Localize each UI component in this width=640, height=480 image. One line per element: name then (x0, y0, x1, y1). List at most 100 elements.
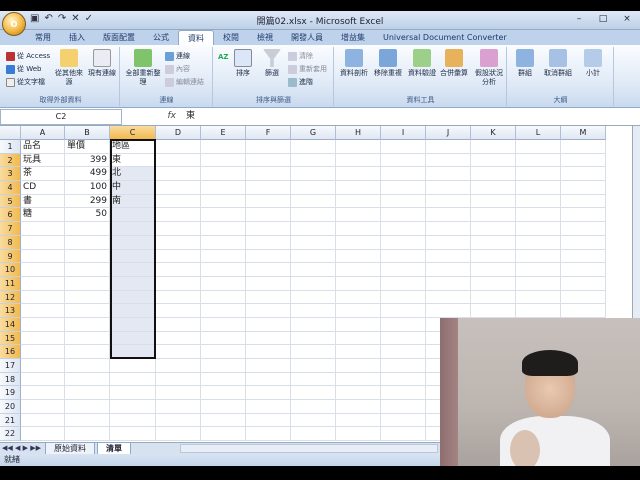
cell-C18[interactable] (110, 372, 156, 387)
cell-B12[interactable] (65, 290, 110, 305)
cell-F3[interactable] (246, 167, 291, 182)
cell-A18[interactable] (21, 372, 65, 387)
cell-J12[interactable] (426, 290, 471, 305)
cell-H18[interactable] (336, 372, 381, 387)
cell-D7[interactable] (156, 222, 201, 236)
cell-C1[interactable]: 地區 (110, 140, 156, 154)
cell-D2[interactable] (156, 153, 201, 168)
cell-F12[interactable] (246, 290, 291, 305)
cell-L3[interactable] (516, 167, 561, 182)
cell-K7[interactable] (471, 222, 516, 236)
cell-C9[interactable] (110, 249, 156, 264)
cell-G10[interactable] (291, 263, 336, 277)
cell-D19[interactable] (156, 386, 201, 401)
cell-D22[interactable] (156, 427, 201, 442)
cell-F19[interactable] (246, 386, 291, 401)
cell-E3[interactable] (201, 167, 246, 182)
cell-B22[interactable] (65, 427, 110, 442)
row-header[interactable]: 3 (0, 167, 21, 182)
cell-F5[interactable] (246, 194, 291, 209)
cell-E19[interactable] (201, 386, 246, 401)
cell-K2[interactable] (471, 153, 516, 168)
cell-D9[interactable] (156, 249, 201, 264)
cell-I4[interactable] (381, 181, 426, 195)
cell-A14[interactable] (21, 317, 65, 332)
row-header[interactable]: 15 (0, 331, 21, 346)
cell-A6[interactable]: 糖 (21, 208, 65, 223)
cell-K12[interactable] (471, 290, 516, 305)
column-header-A[interactable]: A (21, 126, 65, 140)
cell-K4[interactable] (471, 181, 516, 195)
cell-G9[interactable] (291, 249, 336, 264)
office-button[interactable]: O (2, 12, 26, 36)
cell-F6[interactable] (246, 208, 291, 223)
cell-F21[interactable] (246, 413, 291, 428)
cell-D1[interactable] (156, 140, 201, 154)
cell-F13[interactable] (246, 304, 291, 318)
row-header[interactable]: 8 (0, 235, 21, 250)
cell-B4[interactable]: 100 (65, 181, 110, 195)
cell-K10[interactable] (471, 263, 516, 277)
cell-B5[interactable]: 299 (65, 194, 110, 209)
cell-B6[interactable]: 50 (65, 208, 110, 223)
cell-A2[interactable]: 玩具 (21, 153, 65, 168)
horizontal-scrollbar[interactable] (180, 444, 438, 453)
cell-M1[interactable] (561, 140, 606, 154)
cell-E16[interactable] (201, 345, 246, 359)
cell-A8[interactable] (21, 235, 65, 250)
cell-I2[interactable] (381, 153, 426, 168)
cell-A10[interactable] (21, 263, 65, 277)
column-header-D[interactable]: D (156, 126, 201, 140)
cell-M9[interactable] (561, 249, 606, 264)
cell-D14[interactable] (156, 317, 201, 332)
cell-A20[interactable] (21, 400, 65, 414)
cell-D12[interactable] (156, 290, 201, 305)
cell-B18[interactable] (65, 372, 110, 387)
cell-F8[interactable] (246, 235, 291, 250)
cell-A17[interactable] (21, 359, 65, 373)
cell-H4[interactable] (336, 181, 381, 195)
tab-0[interactable]: 常用 (26, 30, 60, 45)
cell-B19[interactable] (65, 386, 110, 401)
cell-E14[interactable] (201, 317, 246, 332)
from-access-button[interactable]: 從 Access (6, 51, 50, 61)
cell-M5[interactable] (561, 194, 606, 209)
cell-G20[interactable] (291, 400, 336, 414)
fx-icon[interactable]: fx (122, 108, 182, 125)
cell-M3[interactable] (561, 167, 606, 182)
row-header[interactable]: 6 (0, 208, 21, 223)
cell-I1[interactable] (381, 140, 426, 154)
cell-C10[interactable] (110, 263, 156, 277)
name-box[interactable]: C2 (0, 109, 122, 125)
cell-E13[interactable] (201, 304, 246, 318)
cell-H1[interactable] (336, 140, 381, 154)
cell-M2[interactable] (561, 153, 606, 168)
cell-F1[interactable] (246, 140, 291, 154)
cell-E6[interactable] (201, 208, 246, 223)
cell-I14[interactable] (381, 317, 426, 332)
cell-M11[interactable] (561, 276, 606, 291)
cell-D15[interactable] (156, 331, 201, 346)
cell-J9[interactable] (426, 249, 471, 264)
cell-H10[interactable] (336, 263, 381, 277)
cell-F16[interactable] (246, 345, 291, 359)
cell-E8[interactable] (201, 235, 246, 250)
cell-G15[interactable] (291, 331, 336, 346)
cell-L6[interactable] (516, 208, 561, 223)
cell-C15[interactable] (110, 331, 156, 346)
cell-E21[interactable] (201, 413, 246, 428)
cell-F2[interactable] (246, 153, 291, 168)
cell-B15[interactable] (65, 331, 110, 346)
formula-input[interactable]: 東 (182, 108, 640, 125)
row-header[interactable]: 13 (0, 304, 21, 318)
cell-G22[interactable] (291, 427, 336, 442)
cell-B8[interactable] (65, 235, 110, 250)
cell-I10[interactable] (381, 263, 426, 277)
cell-C6[interactable] (110, 208, 156, 223)
cell-I19[interactable] (381, 386, 426, 401)
cell-E4[interactable] (201, 181, 246, 195)
clear-button[interactable]: 清除 (288, 51, 313, 61)
cell-I16[interactable] (381, 345, 426, 359)
cell-I6[interactable] (381, 208, 426, 223)
tab-7[interactable]: 開發人員 (282, 30, 332, 45)
